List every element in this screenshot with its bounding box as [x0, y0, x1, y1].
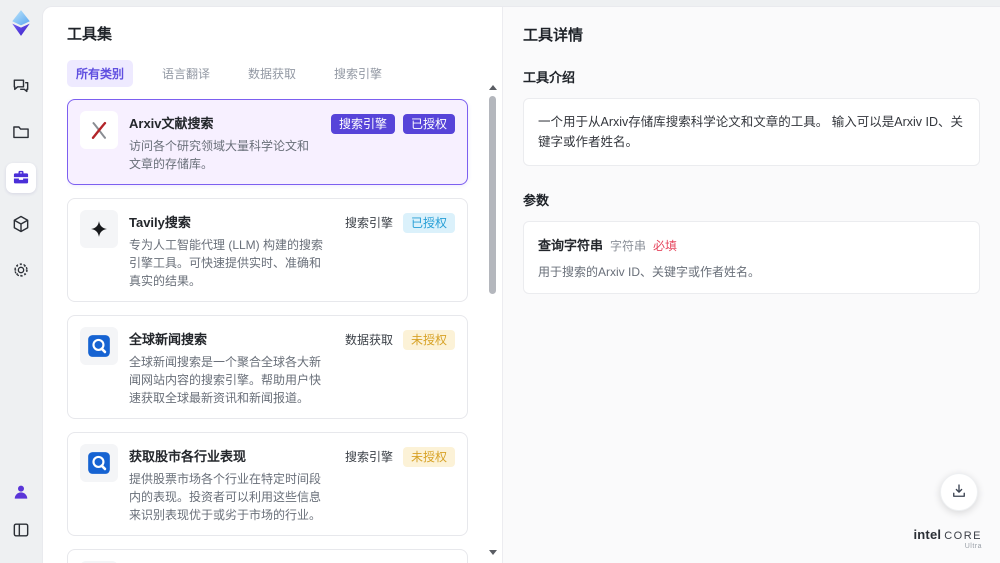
panel-toggle-icon — [11, 520, 31, 540]
auth-status-badge: 未授权 — [402, 330, 455, 351]
tab-数据获取[interactable]: 数据获取 — [239, 60, 305, 87]
intro-heading: 工具介绍 — [523, 70, 576, 85]
category-badge: 搜索引擎 — [344, 450, 393, 464]
globalnews-icon — [80, 444, 118, 482]
category-tabs: 所有类别 语言翻译 数据获取 搜索引擎 — [67, 60, 482, 87]
detail-title: 工具详情 — [523, 27, 584, 44]
category-badge: 搜索引擎 — [344, 216, 393, 230]
sidebar-item-toolbox[interactable] — [6, 163, 36, 193]
sidebar-item-user[interactable] — [6, 477, 36, 507]
tool-desc: 提供股票市场各个行业在特定时间段内的表现。投资者可以利用这些信息来识别表现优于或… — [129, 472, 322, 522]
intel-core-logo: intel CORE Ultra — [913, 527, 982, 551]
gear-icon — [11, 260, 31, 280]
tool-card[interactable]: Arxiv文献搜索 访问各个研究领域大量科学论文和文章的存储库。 搜索引擎 已授… — [67, 99, 468, 185]
cube-icon — [11, 214, 31, 234]
param-type: 字符串 — [610, 239, 647, 253]
category-badge: 搜索引擎 — [330, 114, 395, 135]
tool-name: 获取股市各行业表现 — [129, 449, 247, 464]
tool-card[interactable]: Tavily搜索 专为人工智能代理 (LLM) 构建的搜索引擎工具。可快速提供实… — [67, 198, 468, 302]
param-card: 查询字符串 字符串 必填 用于搜索的Arxiv ID、关键字或作者姓名。 — [523, 221, 980, 294]
scrollbar[interactable] — [488, 85, 497, 555]
tab-搜索引擎[interactable]: 搜索引擎 — [325, 60, 391, 87]
tool-name: Tavily搜索 — [129, 215, 191, 230]
folder-icon — [11, 122, 31, 142]
tab-所有类别[interactable]: 所有类别 — [67, 60, 134, 87]
sidebar-item-folder[interactable] — [6, 117, 36, 147]
toolset-panel: 工具集 所有类别 语言翻译 数据获取 搜索引擎 Arxiv文献搜索 访问各个研究领域大… — [43, 7, 503, 563]
globalnews-icon — [80, 327, 118, 365]
app-logo-icon — [7, 9, 35, 37]
auth-status-badge: 未授权 — [402, 447, 455, 468]
tool-card[interactable]: 获取股市各行业表现 提供股票市场各个行业在特定时间段内的表现。投资者可以利用这些… — [67, 432, 468, 536]
sidebar-item-panel-toggle[interactable] — [6, 515, 36, 545]
scroll-up-icon[interactable] — [489, 85, 497, 90]
arxiv-icon — [80, 111, 118, 149]
param-desc: 用于搜索的Arxiv ID、关键字或作者姓名。 — [538, 265, 761, 279]
tavily-star-icon — [80, 210, 118, 248]
sidebar-item-gear[interactable] — [6, 255, 36, 285]
main-area: 工具集 所有类别 语言翻译 数据获取 搜索引擎 Arxiv文献搜索 访问各个研究领域大… — [42, 6, 1000, 563]
tool-list: Arxiv文献搜索 访问各个研究领域大量科学论文和文章的存储库。 搜索引擎 已授… — [67, 99, 482, 563]
tool-desc: 专为人工智能代理 (LLM) 构建的搜索引擎工具。可快速提供实时、准确和真实的结… — [129, 238, 324, 288]
toolset-title: 工具集 — [67, 26, 113, 43]
tool-desc: 访问各个研究领域大量科学论文和文章的存储库。 — [129, 139, 310, 171]
sidebar — [0, 0, 42, 563]
auth-status-badge: 已授权 — [402, 213, 455, 234]
sidebar-item-chat[interactable] — [6, 71, 36, 101]
tool-name: 全球新闻搜索 — [129, 332, 208, 347]
sidebar-item-cube[interactable] — [6, 209, 36, 239]
chat-icon — [11, 76, 31, 96]
download-icon — [950, 482, 968, 503]
download-button[interactable] — [940, 473, 978, 511]
app-window: 工具集 所有类别 语言翻译 数据获取 搜索引擎 Arxiv文献搜索 访问各个研究领域大… — [0, 0, 1000, 563]
detail-panel: 工具详情 工具介绍 一个用于从Arxiv存储库搜索科学论文和文章的工具。 输入可… — [503, 7, 1000, 563]
params-heading: 参数 — [523, 193, 550, 208]
tool-desc: 全球新闻搜索是一个聚合全球各大新闻网站内容的搜索引擎。帮助用户快速获取全球最新资… — [129, 355, 322, 405]
intro-card: 一个用于从Arxiv存储库搜索科学论文和文章的工具。 输入可以是Arxiv ID… — [523, 98, 980, 166]
scroll-down-icon[interactable] — [489, 550, 497, 555]
toolbox-icon — [11, 168, 31, 188]
tab-语言翻译[interactable]: 语言翻译 — [153, 60, 219, 87]
user-icon — [11, 482, 31, 502]
param-name: 查询字符串 — [538, 238, 604, 253]
param-required-badge: 必填 — [653, 239, 678, 253]
tool-card[interactable]: 全球新闻搜索 全球新闻搜索是一个聚合全球各大新闻网站内容的搜索引擎。帮助用户快速… — [67, 315, 468, 419]
scrollbar-thumb[interactable] — [489, 96, 496, 294]
category-badge: 数据获取 — [344, 333, 393, 347]
tool-card[interactable]: 获取市场最活跃股票信息 提供当天交易量最高的股票列表，投资者可以利用这些信息来识… — [67, 549, 468, 563]
tool-name: Arxiv文献搜索 — [129, 116, 214, 131]
auth-status-badge: 已授权 — [402, 114, 455, 135]
